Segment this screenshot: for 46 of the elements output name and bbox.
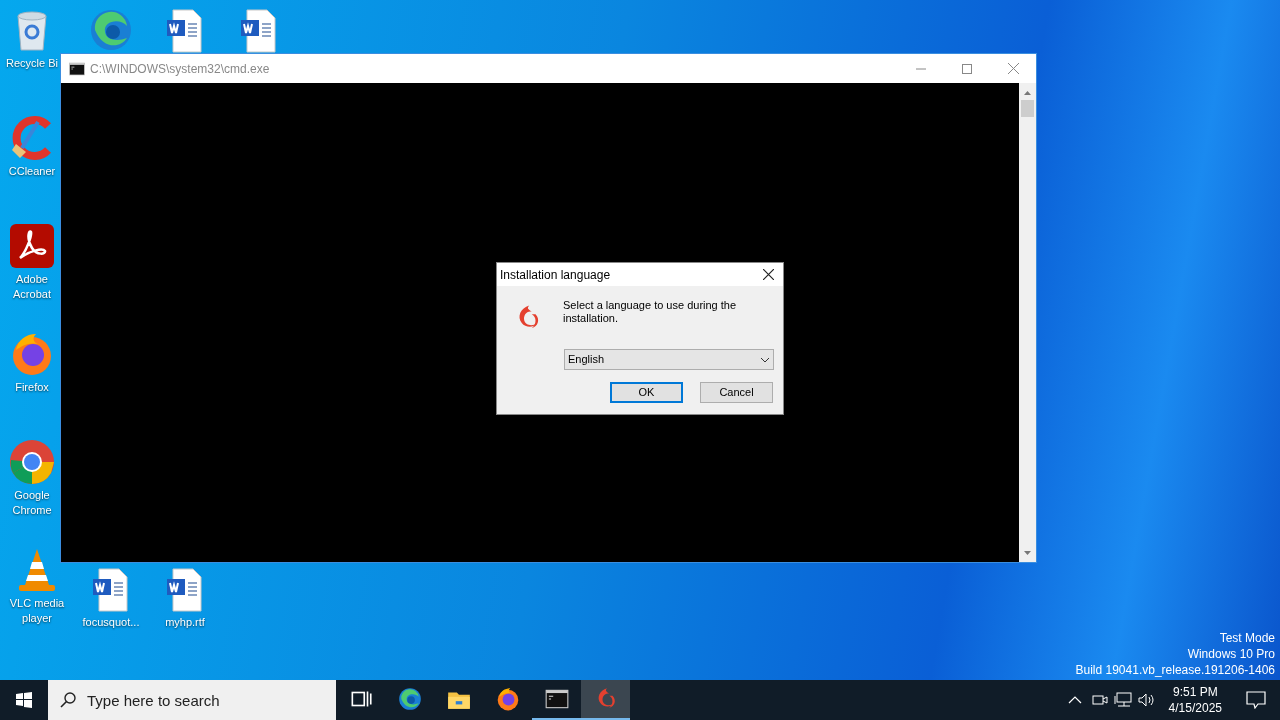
language-dropdown[interactable]: English <box>564 349 774 370</box>
desktop-icon-label: Firefox <box>15 380 49 395</box>
window-title: C:\WINDOWS\system32\cmd.exe <box>90 60 270 78</box>
desktop-icon-label: Adobe Acrobat <box>12 272 52 302</box>
desktop-icon[interactable]: focusquot... <box>74 565 148 630</box>
desktop-icon[interactable]: myhp.rtf <box>148 565 222 630</box>
date-text: 4/15/2025 <box>1168 700 1222 716</box>
edge-browser-icon <box>396 686 423 712</box>
desktop-icon-label: Google Chrome <box>11 488 53 518</box>
maximize-icon <box>962 63 972 74</box>
dialog-button[interactable]: Cancel <box>700 382 773 403</box>
dialog-message: Select a language to use during the installation. <box>563 299 738 326</box>
dialog-title: Installation language <box>500 266 611 284</box>
speaker-icon[interactable] <box>1137 692 1156 708</box>
dialog-button[interactable]: OK <box>610 382 683 403</box>
time-text: 9:51 PM <box>1172 684 1218 700</box>
desktop-icon[interactable]: VLC media player <box>0 546 74 626</box>
terminal-icon <box>68 59 86 78</box>
clock[interactable]: 9:51 PM 4/15/2025 <box>1168 684 1222 716</box>
desktop-icon-label: myhp.rtf <box>165 615 205 630</box>
close-icon <box>1007 63 1019 74</box>
windows-logo-icon <box>16 692 32 708</box>
network-icon[interactable] <box>1113 692 1132 708</box>
system-info-text: Build 19041.vb_release.191206-1406 <box>1075 662 1275 678</box>
chrome-browser-icon <box>8 438 56 486</box>
pdf-reader-icon <box>8 222 56 270</box>
scroll-thumb[interactable] <box>1021 100 1034 117</box>
search-field[interactable]: Type here to search <box>48 680 336 720</box>
desktop-icon[interactable]: Google Chrome <box>4 438 60 518</box>
chevron-up-icon[interactable] <box>1067 695 1082 705</box>
desktop-icon[interactable]: Adobe Acrobat <box>4 222 60 302</box>
notification-icon[interactable] <box>1246 691 1266 709</box>
desktop-icon[interactable]: Firefox <box>4 330 60 395</box>
desktop-icon-label: Recycle Bi <box>6 56 58 71</box>
system-info-text: Windows 10 Pro <box>1187 646 1275 662</box>
scrollbar[interactable] <box>1019 83 1036 562</box>
desktop-icon-label: VLC media player <box>8 596 66 626</box>
close-icon <box>762 269 774 280</box>
chevron-down-icon <box>760 356 770 363</box>
desktop-icon-label: CCleaner <box>8 164 56 179</box>
desktop-icon-label: focusquot... <box>82 615 140 630</box>
system-info-text: Test Mode <box>1219 630 1275 646</box>
desktop-icon[interactable]: CCleaner <box>4 114 60 179</box>
search-icon <box>60 692 76 708</box>
desktop-icon[interactable]: Recycle Bi <box>4 6 60 71</box>
camera-icon[interactable] <box>1091 692 1108 708</box>
